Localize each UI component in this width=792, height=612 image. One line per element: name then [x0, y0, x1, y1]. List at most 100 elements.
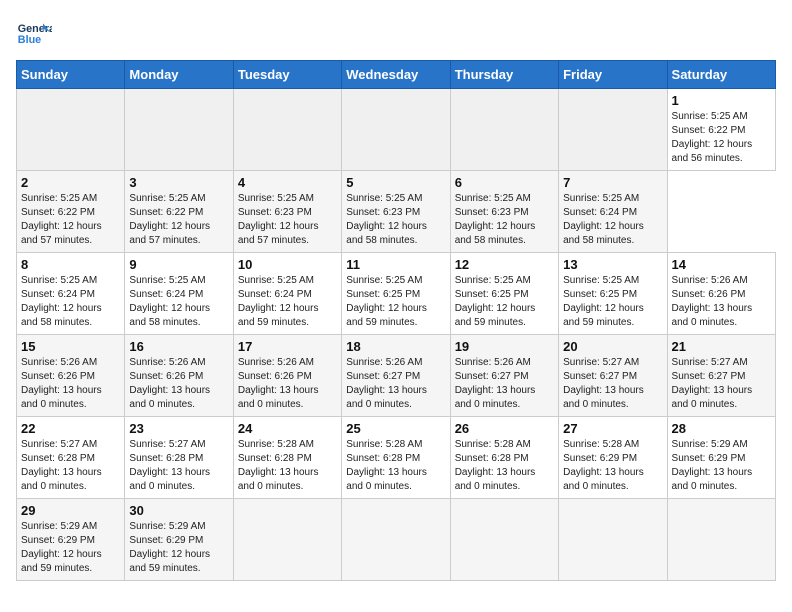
day-info: Sunrise: 5:27 AMSunset: 6:27 PMDaylight:… — [563, 356, 662, 412]
column-header-saturday: Saturday — [667, 61, 775, 89]
day-number: 24 — [238, 421, 337, 436]
day-number: 12 — [455, 257, 554, 272]
day-number: 14 — [672, 257, 771, 272]
day-info: Sunrise: 5:25 AMSunset: 6:22 PMDaylight:… — [672, 110, 771, 166]
calendar-cell: 23 Sunrise: 5:27 AMSunset: 6:28 PMDayligh… — [125, 417, 233, 499]
day-info: Sunrise: 5:25 AMSunset: 6:25 PMDaylight:… — [346, 274, 445, 330]
svg-text:Blue: Blue — [18, 34, 41, 46]
day-number: 22 — [21, 421, 120, 436]
calendar-week-1: 2 Sunrise: 5:25 AMSunset: 6:22 PMDaylight… — [17, 171, 776, 253]
column-header-tuesday: Tuesday — [233, 61, 341, 89]
calendar-week-3: 15 Sunrise: 5:26 AMSunset: 6:26 PMDayligh… — [17, 335, 776, 417]
calendar-cell: 1 Sunrise: 5:25 AMSunset: 6:22 PMDaylight… — [667, 89, 775, 171]
calendar-cell: 21 Sunrise: 5:27 AMSunset: 6:27 PMDayligh… — [667, 335, 775, 417]
page-header: General Blue — [16, 16, 776, 52]
calendar-cell: 16 Sunrise: 5:26 AMSunset: 6:26 PMDayligh… — [125, 335, 233, 417]
calendar-cell: 14Sunrise: 5:26 AMSunset: 6:26 PMDayligh… — [667, 253, 775, 335]
calendar-cell: 15 Sunrise: 5:26 AMSunset: 6:26 PMDayligh… — [17, 335, 125, 417]
calendar-cell — [233, 499, 341, 581]
day-info: Sunrise: 5:28 AMSunset: 6:28 PMDaylight:… — [238, 438, 337, 494]
day-info: Sunrise: 5:28 AMSunset: 6:28 PMDaylight:… — [346, 438, 445, 494]
day-number: 7 — [563, 175, 662, 190]
day-info: Sunrise: 5:25 AMSunset: 6:22 PMDaylight:… — [21, 192, 120, 248]
column-header-monday: Monday — [125, 61, 233, 89]
day-info: Sunrise: 5:25 AMSunset: 6:23 PMDaylight:… — [238, 192, 337, 248]
day-info: Sunrise: 5:26 AMSunset: 6:26 PMDaylight:… — [238, 356, 337, 412]
day-number: 21 — [672, 339, 771, 354]
day-number: 3 — [129, 175, 228, 190]
day-number: 19 — [455, 339, 554, 354]
day-number: 16 — [129, 339, 228, 354]
calendar-cell — [667, 499, 775, 581]
day-info: Sunrise: 5:25 AMSunset: 6:25 PMDaylight:… — [563, 274, 662, 330]
calendar-week-0: 1 Sunrise: 5:25 AMSunset: 6:22 PMDaylight… — [17, 89, 776, 171]
calendar-cell — [559, 499, 667, 581]
day-info: Sunrise: 5:27 AMSunset: 6:28 PMDaylight:… — [129, 438, 228, 494]
calendar-cell — [450, 89, 558, 171]
day-number: 1 — [672, 93, 771, 108]
calendar-cell: 18 Sunrise: 5:26 AMSunset: 6:27 PMDayligh… — [342, 335, 450, 417]
day-number: 26 — [455, 421, 554, 436]
day-info: Sunrise: 5:26 AMSunset: 6:27 PMDaylight:… — [346, 356, 445, 412]
calendar-week-5: 29Sunrise: 5:29 AMSunset: 6:29 PMDayligh… — [17, 499, 776, 581]
calendar-cell: 17 Sunrise: 5:26 AMSunset: 6:26 PMDayligh… — [233, 335, 341, 417]
calendar-cell: 10Sunrise: 5:25 AMSunset: 6:24 PMDayligh… — [233, 253, 341, 335]
day-info: Sunrise: 5:29 AMSunset: 6:29 PMDaylight:… — [129, 520, 228, 576]
calendar-week-4: 22 Sunrise: 5:27 AMSunset: 6:28 PMDayligh… — [17, 417, 776, 499]
day-info: Sunrise: 5:29 AMSunset: 6:29 PMDaylight:… — [21, 520, 120, 576]
day-number: 2 — [21, 175, 120, 190]
column-header-thursday: Thursday — [450, 61, 558, 89]
calendar-cell: 9 Sunrise: 5:25 AMSunset: 6:24 PMDaylight… — [125, 253, 233, 335]
calendar-cell: 4Sunrise: 5:25 AMSunset: 6:23 PMDaylight… — [233, 171, 341, 253]
day-number: 5 — [346, 175, 445, 190]
day-info: Sunrise: 5:26 AMSunset: 6:26 PMDaylight:… — [129, 356, 228, 412]
day-info: Sunrise: 5:25 AMSunset: 6:24 PMDaylight:… — [129, 274, 228, 330]
day-info: Sunrise: 5:25 AMSunset: 6:24 PMDaylight:… — [238, 274, 337, 330]
day-number: 18 — [346, 339, 445, 354]
calendar-cell — [450, 499, 558, 581]
day-info: Sunrise: 5:28 AMSunset: 6:28 PMDaylight:… — [455, 438, 554, 494]
calendar-cell: 7 Sunrise: 5:25 AMSunset: 6:24 PMDaylight… — [559, 171, 667, 253]
calendar-cell — [17, 89, 125, 171]
column-header-friday: Friday — [559, 61, 667, 89]
day-info: Sunrise: 5:28 AMSunset: 6:29 PMDaylight:… — [563, 438, 662, 494]
calendar-cell: 24 Sunrise: 5:28 AMSunset: 6:28 PMDayligh… — [233, 417, 341, 499]
column-header-wednesday: Wednesday — [342, 61, 450, 89]
calendar-cell: 30 Sunrise: 5:29 AMSunset: 6:29 PMDayligh… — [125, 499, 233, 581]
calendar-cell: 29Sunrise: 5:29 AMSunset: 6:29 PMDayligh… — [17, 499, 125, 581]
logo-icon: General Blue — [16, 16, 52, 52]
calendar-cell: 5 Sunrise: 5:25 AMSunset: 6:23 PMDaylight… — [342, 171, 450, 253]
day-number: 9 — [129, 257, 228, 272]
header-row: SundayMondayTuesdayWednesdayThursdayFrid… — [17, 61, 776, 89]
day-info: Sunrise: 5:25 AMSunset: 6:25 PMDaylight:… — [455, 274, 554, 330]
calendar-cell: 27 Sunrise: 5:28 AMSunset: 6:29 PMDayligh… — [559, 417, 667, 499]
day-number: 23 — [129, 421, 228, 436]
calendar-cell — [342, 499, 450, 581]
calendar-cell — [342, 89, 450, 171]
day-info: Sunrise: 5:25 AMSunset: 6:24 PMDaylight:… — [563, 192, 662, 248]
calendar-cell — [559, 89, 667, 171]
calendar-cell: 12 Sunrise: 5:25 AMSunset: 6:25 PMDayligh… — [450, 253, 558, 335]
column-header-sunday: Sunday — [17, 61, 125, 89]
calendar-cell: 8Sunrise: 5:25 AMSunset: 6:24 PMDaylight… — [17, 253, 125, 335]
logo: General Blue — [16, 16, 52, 52]
day-number: 30 — [129, 503, 228, 518]
calendar-cell: 20 Sunrise: 5:27 AMSunset: 6:27 PMDayligh… — [559, 335, 667, 417]
calendar-cell: 11Sunrise: 5:25 AMSunset: 6:25 PMDayligh… — [342, 253, 450, 335]
calendar-cell: 22Sunrise: 5:27 AMSunset: 6:28 PMDayligh… — [17, 417, 125, 499]
day-number: 20 — [563, 339, 662, 354]
calendar-cell: 2 Sunrise: 5:25 AMSunset: 6:22 PMDaylight… — [17, 171, 125, 253]
day-info: Sunrise: 5:29 AMSunset: 6:29 PMDaylight:… — [672, 438, 771, 494]
day-number: 27 — [563, 421, 662, 436]
calendar-cell — [125, 89, 233, 171]
calendar-cell: 26 Sunrise: 5:28 AMSunset: 6:28 PMDayligh… — [450, 417, 558, 499]
day-number: 13 — [563, 257, 662, 272]
day-number: 15 — [21, 339, 120, 354]
day-info: Sunrise: 5:26 AMSunset: 6:26 PMDaylight:… — [21, 356, 120, 412]
day-info: Sunrise: 5:25 AMSunset: 6:23 PMDaylight:… — [455, 192, 554, 248]
day-info: Sunrise: 5:25 AMSunset: 6:23 PMDaylight:… — [346, 192, 445, 248]
day-info: Sunrise: 5:27 AMSunset: 6:27 PMDaylight:… — [672, 356, 771, 412]
day-number: 17 — [238, 339, 337, 354]
day-info: Sunrise: 5:26 AMSunset: 6:27 PMDaylight:… — [455, 356, 554, 412]
day-number: 6 — [455, 175, 554, 190]
